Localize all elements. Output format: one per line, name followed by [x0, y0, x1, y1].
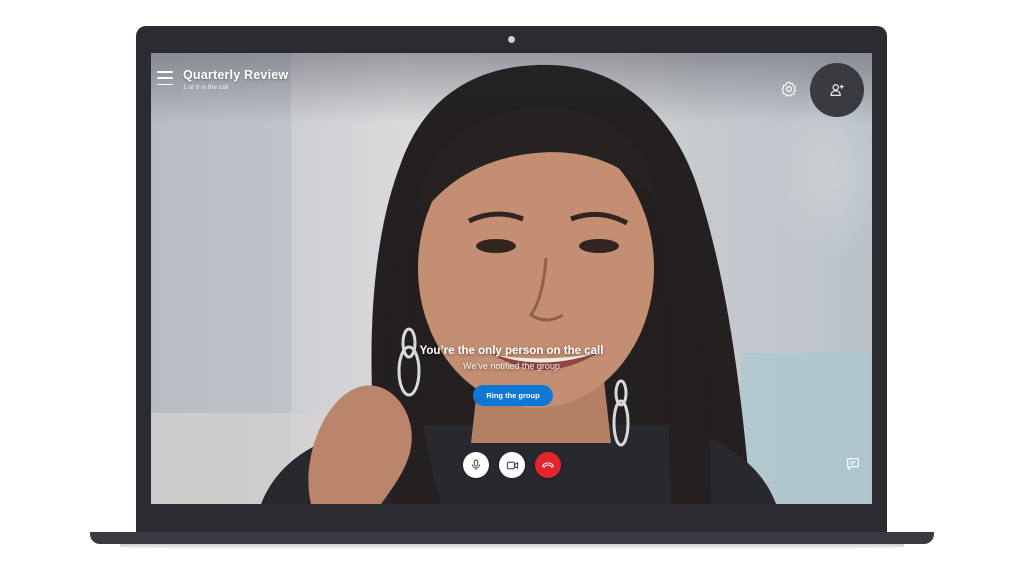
- status-message: You’re the only person on the call: [419, 345, 604, 357]
- menu-button[interactable]: [157, 71, 173, 85]
- laptop-shadow: [120, 544, 904, 550]
- top-overlay: [151, 53, 872, 123]
- chat-button[interactable]: [845, 456, 861, 472]
- webcam-dot: [508, 36, 515, 43]
- participant-count: 1 of 9 in the call: [183, 84, 229, 91]
- mute-button[interactable]: [463, 452, 489, 478]
- call-title: Quarterly Review: [183, 68, 289, 82]
- chat-icon: [847, 458, 859, 470]
- status-sub-message: We’ve notified the group: [463, 361, 560, 371]
- menu-icon: [157, 71, 173, 73]
- gear-icon: [781, 81, 797, 97]
- call-status: You’re the only person on the call We’ve…: [151, 345, 872, 371]
- ring-group-button[interactable]: Ring the group: [473, 385, 553, 406]
- laptop-base: [90, 532, 934, 544]
- call-window: Quarterly Review 1 of 9 in the call You’…: [151, 53, 872, 504]
- add-people-button[interactable]: [810, 63, 864, 117]
- video-toggle-button[interactable]: [499, 452, 525, 478]
- microphone-icon: [472, 459, 480, 470]
- end-call-button[interactable]: [535, 452, 561, 478]
- hang-up-icon: [542, 462, 554, 468]
- add-person-icon: [830, 84, 844, 96]
- video-camera-icon: [506, 461, 518, 469]
- settings-button[interactable]: [780, 80, 798, 98]
